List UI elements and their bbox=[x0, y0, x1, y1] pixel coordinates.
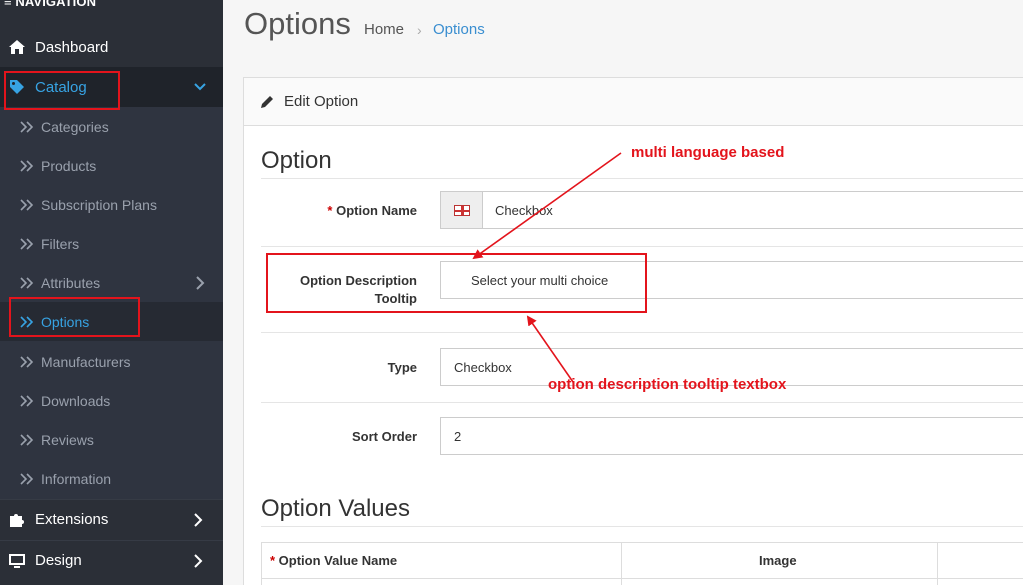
breadcrumb-home[interactable]: Home bbox=[364, 21, 404, 38]
sort-order-input[interactable]: 2 bbox=[440, 417, 1023, 455]
required-marker: * bbox=[327, 203, 337, 218]
sidebar-item-label: Design bbox=[35, 552, 82, 569]
sidebar-item-filters[interactable]: Filters bbox=[0, 224, 223, 263]
breadcrumb-separator-icon: › bbox=[417, 22, 422, 38]
sidebar-item-label: Subscription Plans bbox=[41, 196, 157, 213]
double-chevron-right-icon bbox=[20, 472, 34, 485]
sidebar-item-design[interactable]: Design bbox=[0, 540, 223, 580]
double-chevron-right-icon bbox=[20, 237, 34, 250]
sidebar-item-label: Products bbox=[41, 157, 97, 174]
form-divider bbox=[261, 246, 1023, 247]
panel-heading-label: Edit Option bbox=[284, 93, 359, 110]
sidebar-item-downloads[interactable]: Downloads bbox=[0, 381, 223, 420]
column-header-option-value-name: * Option Value Name bbox=[270, 553, 398, 568]
sidebar-item-label: Dashboard bbox=[35, 38, 109, 56]
table-header-divider bbox=[262, 578, 1023, 579]
sidebar-item-label: Downloads bbox=[41, 392, 111, 409]
sidebar-item-label: Filters bbox=[41, 235, 80, 252]
sidebar-item-extensions[interactable]: Extensions bbox=[0, 499, 223, 539]
option-values-table: * Option Value Name Image bbox=[261, 542, 1023, 585]
double-chevron-right-icon bbox=[20, 120, 34, 133]
chevron-right-icon bbox=[193, 553, 205, 569]
uk-flag-icon bbox=[453, 204, 470, 216]
sidebar-item-subscription-plans[interactable]: Subscription Plans bbox=[0, 185, 223, 224]
monitor-icon bbox=[8, 552, 26, 570]
panel-heading: Edit Option bbox=[244, 78, 1023, 126]
annotation-tooltip-textbox: option description tooltip textbox bbox=[548, 376, 787, 393]
double-chevron-right-icon bbox=[20, 276, 34, 289]
chevron-right-icon bbox=[193, 512, 205, 528]
puzzle-icon bbox=[8, 511, 26, 529]
navigation-header: ≡ NAVIGATION bbox=[0, 0, 223, 11]
option-name-input-group[interactable]: Checkbox bbox=[440, 191, 1023, 229]
option-name-label: * Option Name bbox=[327, 203, 417, 218]
form-divider bbox=[261, 402, 1023, 403]
sidebar-item-label: Reviews bbox=[41, 431, 94, 448]
breadcrumb-options[interactable]: Options bbox=[433, 21, 485, 38]
chevron-right-icon bbox=[195, 276, 205, 293]
sidebar-item-manufacturers[interactable]: Manufacturers bbox=[0, 342, 223, 381]
menu-icon[interactable]: ≡ bbox=[4, 0, 12, 9]
option-values-title: Option Values bbox=[261, 495, 1023, 527]
sidebar-item-products[interactable]: Products bbox=[0, 146, 223, 185]
page-title: Options bbox=[244, 6, 351, 41]
type-label: Type bbox=[387, 360, 417, 375]
double-chevron-right-icon bbox=[20, 394, 34, 407]
double-chevron-right-icon bbox=[20, 159, 34, 172]
sidebar-item-label: Attributes bbox=[41, 274, 101, 291]
sidebar-item-reviews[interactable]: Reviews bbox=[0, 420, 223, 459]
pencil-icon bbox=[260, 95, 274, 109]
sidebar-item-label: Information bbox=[41, 470, 112, 487]
required-marker: * bbox=[270, 553, 279, 568]
sidebar-item-label: Extensions bbox=[35, 511, 109, 528]
catalog-highlight-box bbox=[4, 71, 120, 110]
double-chevron-right-icon bbox=[20, 198, 34, 211]
page-header: Options Home › Options bbox=[223, 0, 1023, 65]
sidebar-item-categories[interactable]: Categories bbox=[0, 107, 223, 146]
sidebar-item-information[interactable]: Information bbox=[0, 459, 223, 498]
home-icon bbox=[8, 38, 26, 56]
type-selected-value: Checkbox bbox=[454, 359, 512, 375]
tooltip-highlight-box bbox=[266, 253, 647, 313]
double-chevron-right-icon bbox=[20, 433, 34, 446]
annotation-multi-language: multi language based bbox=[631, 144, 785, 161]
sidebar-item-dashboard[interactable]: Dashboard bbox=[0, 27, 223, 67]
sidebar-item-label: Categories bbox=[41, 118, 109, 135]
form-divider bbox=[261, 332, 1023, 333]
column-header-image: Image bbox=[759, 553, 797, 568]
language-flag-addon bbox=[441, 192, 483, 228]
sort-order-value: 2 bbox=[454, 428, 462, 444]
chevron-down-icon bbox=[193, 79, 206, 95]
sort-order-label: Sort Order bbox=[351, 429, 417, 444]
navigation-header-label: NAVIGATION bbox=[15, 0, 97, 9]
options-highlight-box bbox=[9, 297, 140, 337]
option-name-input[interactable]: Checkbox bbox=[483, 192, 553, 228]
sidebar-item-label: Manufacturers bbox=[41, 353, 131, 370]
double-chevron-right-icon bbox=[20, 355, 34, 368]
